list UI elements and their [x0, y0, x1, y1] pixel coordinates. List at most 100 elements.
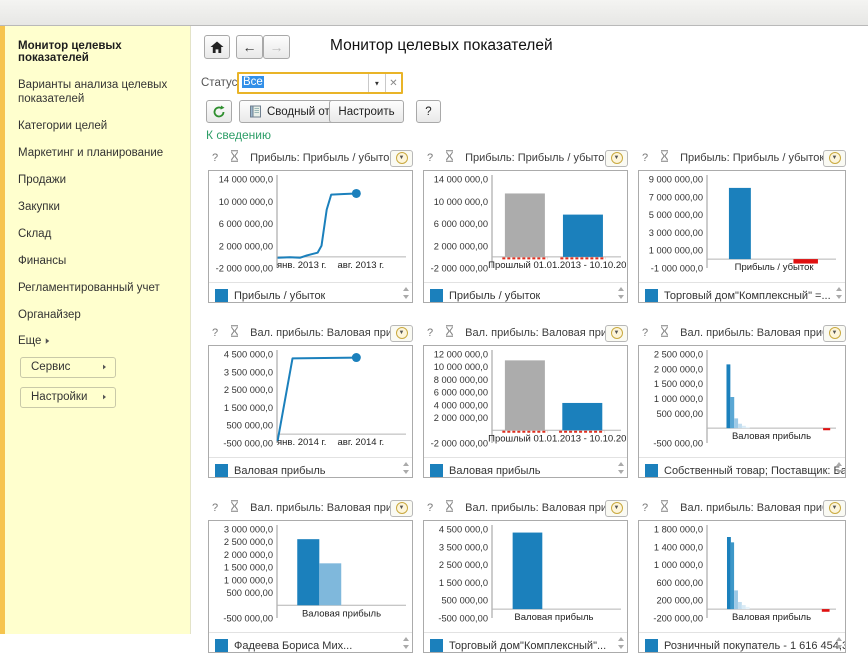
home-button[interactable] [204, 35, 230, 59]
sidebar-item-sklad[interactable]: Склад [18, 227, 178, 241]
svg-text:14 000 000,0: 14 000 000,0 [434, 175, 488, 185]
refresh-button[interactable] [206, 100, 232, 123]
kpi-tile-header: ? Вал. прибыль: Валовая при... ▼ [423, 498, 628, 518]
scroll-down-icon [836, 470, 842, 474]
chevron-down-circle-icon: ▼ [396, 152, 408, 164]
sidebar-item-organizer[interactable]: Органайзер [18, 308, 178, 322]
kpi-chart[interactable]: 2 500 000,02 000 000,01 500 000,01 000 0… [638, 345, 846, 478]
legend-scroll-arrows[interactable] [403, 462, 409, 474]
kpi-tile-header: ? Вал. прибыль: Валовая при... ▼ [423, 323, 628, 343]
sidebar-more-menu[interactable]: Еще [18, 335, 178, 347]
svg-text:-2 000 000,00: -2 000 000,00 [216, 264, 273, 274]
chart-legend: Валовая прибыль [424, 457, 627, 483]
scroll-up-icon [618, 462, 624, 466]
legend-scroll-arrows[interactable] [403, 287, 409, 299]
svg-text:1 000 000,00: 1 000 000,00 [649, 246, 703, 256]
hourglass-icon [230, 324, 239, 342]
legend-label: Торговый дом"Комплексный" =... [664, 290, 831, 302]
tile-help-icon[interactable]: ? [427, 502, 433, 514]
kpi-chart[interactable]: 4 500 000,03 500 000,02 500 000,01 500 0… [423, 520, 628, 653]
svg-text:Валовая прибыль: Валовая прибыль [732, 612, 811, 623]
chart-plot: 9 000 000,007 000 000,005 000 000,003 00… [639, 171, 842, 277]
svg-text:3 000 000,00: 3 000 000,00 [649, 228, 703, 238]
chevron-down-circle-icon: ▼ [611, 152, 623, 164]
status-filter-value[interactable]: Все [239, 74, 368, 92]
info-link[interactable]: К сведению [206, 128, 271, 142]
sidebar-item-prodazhi[interactable]: Продажи [18, 173, 178, 187]
kpi-chart[interactable]: 9 000 000,007 000 000,005 000 000,003 00… [638, 170, 846, 303]
legend-scroll-arrows[interactable] [403, 637, 409, 649]
sidebar-item-zakupki[interactable]: Закупки [18, 200, 178, 214]
hourglass-icon [230, 499, 239, 517]
tile-menu-button[interactable]: ▼ [823, 500, 846, 517]
legend-scroll-arrows[interactable] [618, 287, 624, 299]
tile-menu-button[interactable]: ▼ [390, 150, 413, 167]
chevron-down-icon: ▼ [374, 79, 380, 86]
tile-menu-button[interactable]: ▼ [605, 325, 628, 342]
tile-menu-button[interactable]: ▼ [390, 325, 413, 342]
svg-text:2 500 000,0: 2 500 000,0 [654, 350, 703, 360]
sidebar-item-varianty-analiza[interactable]: Варианты анализа целевых показателей [18, 78, 178, 106]
kpi-chart[interactable]: 12 000 000,010 000 000,08 000 000,006 00… [423, 345, 628, 478]
sidebar-item-reglament-uchet[interactable]: Регламентированный учет [18, 281, 178, 295]
status-clear-button[interactable]: ✕ [385, 74, 401, 92]
kpi-chart[interactable]: 1 800 000,01 400 000,01 000 000,0600 000… [638, 520, 846, 653]
sidebar-item-kategorii-celey[interactable]: Категории целей [18, 119, 178, 133]
legend-scroll-arrows[interactable] [618, 637, 624, 649]
sidebar-item-marketing[interactable]: Маркетинг и планирование [18, 146, 178, 160]
kpi-tile: ? Прибыль: Прибыль / убыток, ... ▼ 14 00… [208, 148, 413, 303]
svg-text:Прошлый 01.01.2013 - 10.10.201: Прошлый 01.01.2013 - 10.10.2013 [488, 260, 627, 271]
legend-scroll-arrows[interactable] [836, 462, 842, 474]
forward-button[interactable]: → [263, 35, 290, 59]
svg-text:-500 000,00: -500 000,00 [653, 439, 703, 449]
scroll-up-icon [403, 462, 409, 466]
tile-help-icon[interactable]: ? [427, 152, 433, 164]
tile-menu-button[interactable]: ▼ [605, 150, 628, 167]
tile-help-icon[interactable]: ? [212, 502, 218, 514]
kpi-tile: ? Вал. прибыль: Валовая приб... ▼ 3 000 … [208, 498, 413, 653]
kpi-chart[interactable]: 14 000 000,010 000 000,06 000 000,002 00… [208, 170, 413, 303]
legend-scroll-arrows[interactable] [836, 287, 842, 299]
svg-text:-1 000 000,0: -1 000 000,0 [651, 264, 703, 274]
chart-legend: Прибыль / убыток [209, 282, 412, 308]
configure-button[interactable]: Настроить [329, 100, 404, 123]
tile-menu-button[interactable]: ▼ [823, 325, 846, 342]
tile-help-icon[interactable]: ? [427, 327, 433, 339]
kpi-chart[interactable]: 3 000 000,02 500 000,02 000 000,01 500 0… [208, 520, 413, 653]
help-button[interactable]: ? [416, 100, 441, 123]
chart-legend: Фадеева Бориса Мих... [209, 632, 412, 658]
tile-help-icon[interactable]: ? [212, 152, 218, 164]
legend-scroll-arrows[interactable] [836, 637, 842, 649]
settings-button[interactable]: Настройки [20, 387, 116, 408]
svg-text:12 000 000,0: 12 000 000,0 [434, 350, 488, 360]
sidebar-item-finansy[interactable]: Финансы [18, 254, 178, 268]
kpi-chart[interactable]: 4 500 000,03 500 000,02 500 000,01 500 0… [208, 345, 413, 478]
kpi-chart[interactable]: 14 000 000,010 000 000,06 000 000,002 00… [423, 170, 628, 303]
back-button[interactable]: ← [236, 35, 263, 59]
tile-help-icon[interactable]: ? [642, 502, 648, 514]
chevron-down-circle-icon: ▼ [396, 502, 408, 514]
kpi-tile: ? Прибыль: Прибыль / убыток п... ▼ 9 000… [638, 148, 846, 303]
status-dropdown-button[interactable]: ▼ [368, 74, 385, 92]
tile-menu-button[interactable]: ▼ [823, 150, 846, 167]
tile-help-icon[interactable]: ? [212, 327, 218, 339]
scroll-down-icon [618, 470, 624, 474]
tile-menu-button[interactable]: ▼ [390, 500, 413, 517]
svg-text:3 000 000,0: 3 000 000,0 [224, 525, 273, 535]
tile-help-icon[interactable]: ? [642, 152, 648, 164]
chevron-down-circle-icon: ▼ [829, 152, 841, 164]
tile-help-icon[interactable]: ? [642, 327, 648, 339]
kpi-tile-header: ? Вал. прибыль: Валовая приб... ▼ [638, 498, 846, 518]
status-filter-field[interactable]: Все ▼ ✕ [237, 72, 403, 94]
settings-button-label: Настройки [31, 391, 87, 403]
service-button[interactable]: Сервис [20, 357, 116, 378]
legend-scroll-arrows[interactable] [618, 462, 624, 474]
legend-label: Розничный покупатель - 1 616 454,38 [664, 640, 845, 652]
tile-menu-button[interactable]: ▼ [605, 500, 628, 517]
chart-plot: 1 800 000,01 400 000,01 000 000,0600 000… [639, 521, 842, 627]
legend-label: Прибыль / убыток [449, 290, 540, 302]
tile-title: Вал. прибыль: Валовая приб... [250, 502, 390, 514]
svg-text:1 500 000,0: 1 500 000,0 [224, 563, 273, 573]
svg-text:янв. 2013 г.: янв. 2013 г. [277, 260, 326, 271]
selected-text: Все [242, 76, 264, 88]
